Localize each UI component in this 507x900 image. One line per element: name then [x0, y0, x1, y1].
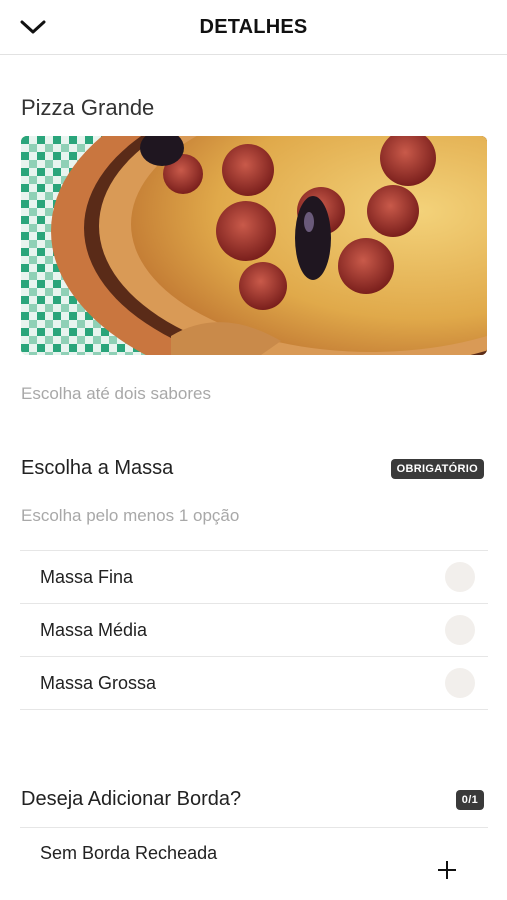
radio-button[interactable]: [445, 668, 475, 698]
plus-icon: [438, 861, 456, 879]
page-title: DETALHES: [199, 15, 308, 38]
radio-button[interactable]: [445, 562, 475, 592]
borda-section-title: Deseja Adicionar Borda?: [21, 788, 242, 810]
back-button[interactable]: [18, 14, 48, 40]
massa-options-list: Massa Fina Massa Média Massa Grossa: [20, 550, 488, 710]
option-sem-borda[interactable]: Sem Borda Recheada: [40, 843, 217, 864]
chevron-down-icon: [20, 20, 46, 34]
divider: [20, 827, 488, 828]
option-label: Massa Fina: [40, 566, 134, 587]
option-massa-media[interactable]: Massa Média: [20, 604, 488, 657]
option-label: Massa Média: [40, 619, 148, 640]
add-button[interactable]: [433, 856, 461, 884]
option-massa-grossa[interactable]: Massa Grossa: [20, 657, 488, 710]
option-label: Massa Grossa: [40, 672, 157, 693]
top-bar: DETALHES: [0, 0, 507, 55]
counter-badge: 0/1: [455, 790, 484, 810]
massa-section-title: Escolha a Massa: [21, 457, 174, 479]
required-badge: OBRIGATÓRIO: [390, 459, 484, 479]
massa-section-subtitle: Escolha pelo menos 1 opção: [21, 506, 240, 525]
product-name: Pizza Grande: [21, 95, 155, 120]
option-massa-fina[interactable]: Massa Fina: [20, 551, 488, 604]
radio-button[interactable]: [445, 615, 475, 645]
product-description: Escolha até dois sabores: [21, 384, 211, 403]
product-image: [21, 136, 487, 355]
